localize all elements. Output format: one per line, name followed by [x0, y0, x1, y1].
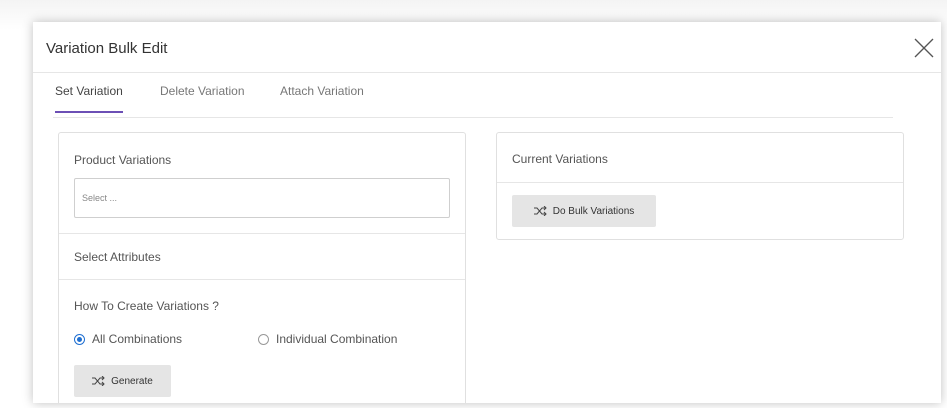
tab-attach-variation[interactable]: Attach Variation	[280, 84, 364, 111]
set-variation-panel: Product Variations Select ... Select Att…	[58, 132, 466, 403]
divider	[59, 279, 465, 280]
current-variations-label: Current Variations	[512, 152, 608, 166]
radio-all-combinations[interactable]: All Combinations	[74, 332, 182, 346]
tab-delete-variation[interactable]: Delete Variation	[160, 84, 245, 111]
divider	[497, 182, 903, 183]
close-icon[interactable]	[913, 37, 935, 59]
tab-set-variation[interactable]: Set Variation	[55, 84, 123, 113]
select-placeholder: Select ...	[82, 193, 118, 203]
bulk-button-label: Do Bulk Variations	[552, 205, 635, 217]
modal-header: Variation Bulk Edit	[33, 22, 941, 73]
radio-individual-combination[interactable]: Individual Combination	[258, 332, 397, 346]
radio-checked-icon[interactable]	[74, 333, 85, 345]
tab-bar: Set Variation Delete Variation Attach Va…	[53, 72, 893, 118]
generate-button[interactable]: Generate	[74, 365, 171, 397]
shuffle-icon	[533, 206, 547, 216]
radio-label: Individual Combination	[276, 332, 398, 346]
select-attributes-label: Select Attributes	[74, 250, 161, 264]
radio-unchecked-icon[interactable]	[258, 333, 269, 345]
variation-bulk-edit-modal: Variation Bulk Edit Set Variation Delete…	[33, 22, 941, 403]
radio-label: All Combinations	[92, 332, 183, 346]
generate-label: Generate	[111, 375, 153, 387]
modal-title: Variation Bulk Edit	[46, 40, 168, 57]
divider	[59, 233, 465, 234]
current-variations-panel: Current Variations Do Bulk Variations	[496, 132, 904, 240]
product-variations-label: Product Variations	[74, 153, 172, 167]
do-bulk-variations-button[interactable]: Do Bulk Variations	[512, 195, 656, 227]
shuffle-icon	[92, 376, 105, 386]
how-to-create-label: How To Create Variations ?	[74, 299, 219, 313]
product-variations-select[interactable]: Select ...	[74, 178, 450, 218]
